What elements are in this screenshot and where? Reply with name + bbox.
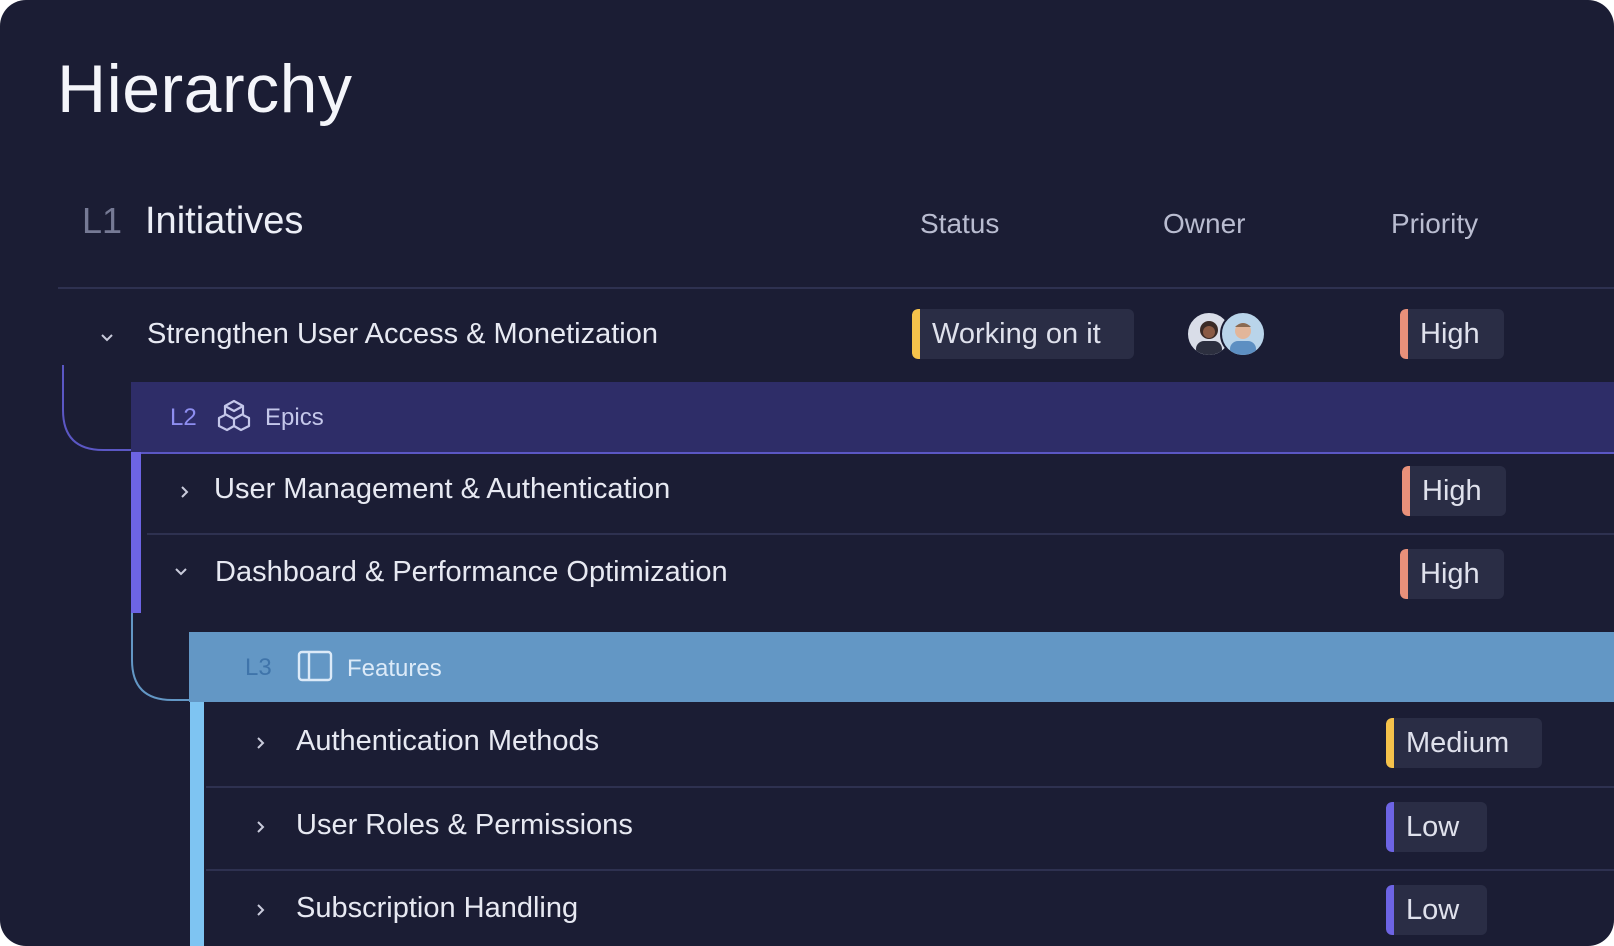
chevron-right-icon[interactable]: [244, 893, 278, 927]
priority-color-bar: [1386, 718, 1394, 768]
avatar: [1220, 311, 1266, 357]
epic-name: Dashboard & Performance Optimization: [215, 556, 728, 588]
level-2-label: Epics: [265, 404, 324, 431]
initiative-name: Strengthen User Access & Monetization: [147, 318, 658, 350]
initiative-row[interactable]: Strengthen User Access & Monetization Wo…: [58, 294, 1614, 382]
priority-pill[interactable]: High: [1400, 309, 1504, 359]
priority-color-bar: [1386, 802, 1394, 852]
chevron-down-icon[interactable]: [90, 321, 124, 355]
priority-color-bar: [1400, 549, 1408, 599]
chevron-right-icon[interactable]: [168, 475, 202, 509]
level-2-tag: L2: [170, 404, 197, 431]
feature-name: Subscription Handling: [296, 892, 579, 924]
feature-row[interactable]: Authentication Methods Medium: [206, 702, 1614, 785]
feature-row[interactable]: Subscription Handling Low: [206, 871, 1614, 946]
priority-label: Low: [1406, 810, 1460, 843]
hierarchy-panel: Hierarchy L1 Initiatives Status Owner Pr…: [0, 0, 1614, 946]
priority-label: Medium: [1406, 726, 1510, 759]
epic-row[interactable]: User Management & Authentication High: [147, 452, 1614, 532]
epics-accent-bar: [131, 452, 141, 613]
priority-color-bar: [1386, 885, 1394, 935]
level-3-tag: L3: [245, 654, 272, 681]
epics-level-header: L2 Epics: [131, 382, 1614, 454]
priority-pill[interactable]: Low: [1386, 802, 1487, 852]
feature-name: Authentication Methods: [296, 725, 600, 757]
priority-pill[interactable]: Medium: [1386, 718, 1542, 768]
priority-color-bar: [1402, 466, 1410, 516]
chevron-down-icon[interactable]: [164, 555, 198, 589]
priority-color-bar: [1400, 309, 1408, 359]
level-3-label: Features: [347, 655, 442, 682]
owner-avatars[interactable]: [1186, 309, 1276, 359]
priority-pill[interactable]: High: [1400, 549, 1504, 599]
priority-label: High: [1420, 557, 1480, 590]
priority-pill[interactable]: Low: [1386, 885, 1487, 935]
priority-label: High: [1420, 317, 1480, 350]
priority-label: High: [1422, 474, 1482, 507]
priority-label: Low: [1406, 893, 1460, 926]
features-accent-bar: [190, 702, 204, 946]
priority-pill[interactable]: High: [1402, 466, 1506, 516]
features-level-header: L3 Features: [189, 632, 1614, 702]
epic-name: User Management & Authentication: [214, 473, 671, 505]
sidebar-panel-icon: [297, 649, 333, 683]
feature-row[interactable]: User Roles & Permissions Low: [206, 788, 1614, 868]
chevron-right-icon[interactable]: [244, 810, 278, 844]
status-pill[interactable]: Working on it: [912, 309, 1134, 359]
status-label: Working on it: [932, 317, 1101, 350]
feature-name: User Roles & Permissions: [296, 809, 633, 841]
status-color-bar: [912, 309, 920, 359]
epic-row[interactable]: Dashboard & Performance Optimization Hig…: [147, 535, 1614, 615]
boxes-icon: [215, 397, 253, 435]
chevron-right-icon[interactable]: [244, 726, 278, 760]
